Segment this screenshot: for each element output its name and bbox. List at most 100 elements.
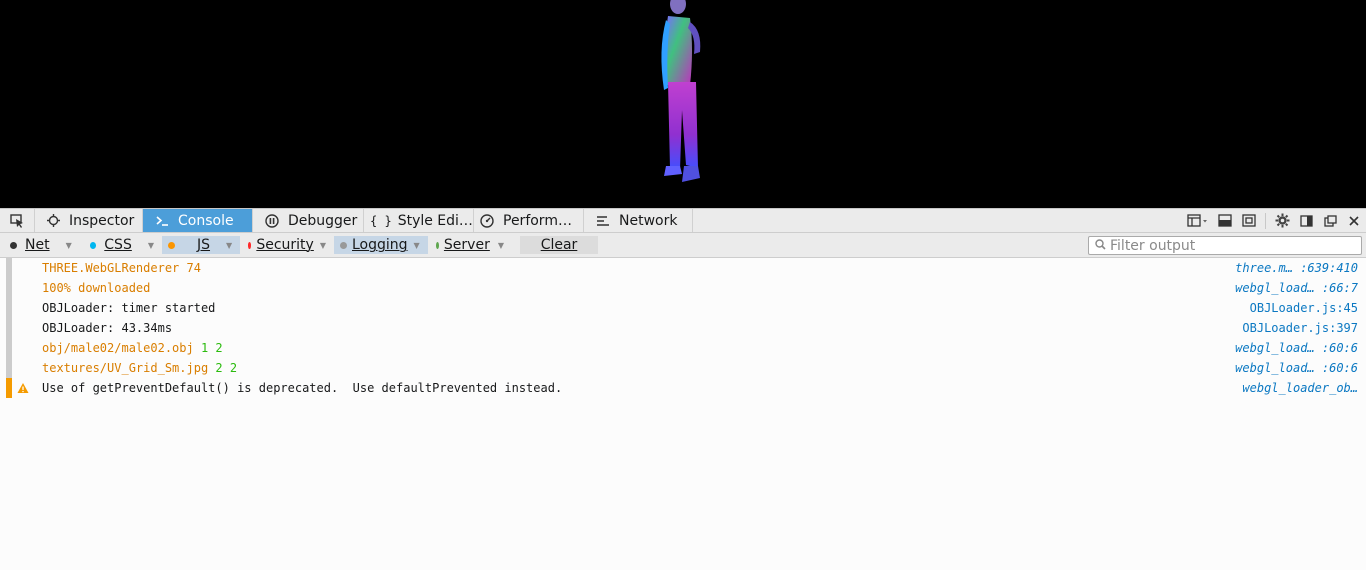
log-message-values: 2 2 [215,361,238,375]
filter-output-placeholder: Filter output [1110,237,1196,254]
tab-style-editor[interactable]: { } Style Edi… [364,209,474,232]
chevron-down-icon: ▼ [413,240,420,250]
log-row: THREE.WebGLRenderer 74 three.m… :639:410 [0,258,1366,278]
log-source-link[interactable]: OBJLoader.js:397 [1242,321,1358,335]
log-row: textures/UV_Grid_Sm.jpg 2 2 webgl_load… … [0,358,1366,378]
log-message: obj/male02/male02.obj 1 2 [42,341,223,355]
filter-logging-button[interactable]: Logging ▼ [334,236,428,254]
log-row: OBJLoader: 43.34ms OBJLoader.js:397 [0,318,1366,338]
log-source-link[interactable]: three.m… :639:410 [1235,261,1358,275]
log-message-text: textures/UV_Grid_Sm.jpg [42,361,209,375]
devtools-toolbar: Inspector Console Debugger { } Style Edi… [0,208,1366,233]
frame-select-icon [1187,213,1207,227]
row-gutter [6,298,12,318]
toolbar-right-controls [1183,209,1366,232]
log-message: OBJLoader: 43.34ms [42,321,173,335]
close-icon [1349,215,1359,226]
filter-css-label: CSS [104,237,132,253]
undock-button[interactable] [1318,209,1342,232]
chevron-down-icon: ▼ [65,240,72,250]
responsive-mode-button[interactable] [1213,209,1237,232]
clear-button[interactable]: Clear [520,236,598,254]
gear-icon [1275,213,1289,228]
filter-security-button[interactable]: Security ▼ [242,236,332,254]
inspector-icon [47,214,60,228]
css-dot-icon [90,241,97,249]
log-row: 100% downloaded webgl_load… :66:7 [0,278,1366,298]
tab-performance[interactable]: Perform… [474,209,584,232]
tab-network[interactable]: Network [584,209,693,232]
log-message: textures/UV_Grid_Sm.jpg 2 2 [42,361,237,375]
style-editor-icon: { } [370,213,392,228]
network-icon [596,214,610,228]
row-gutter-warning [6,378,12,398]
filter-net-button[interactable]: Net ▼ [0,236,82,254]
security-dot-icon [248,241,252,249]
filter-server-label: Server [443,237,490,253]
tab-inspector-label: Inspector [69,212,135,229]
filter-js-label: JS [197,237,211,253]
log-source-link[interactable]: webgl_loader_ob… [1242,381,1358,395]
filter-logging-label: Logging [352,237,408,253]
log-source-link[interactable]: OBJLoader.js:45 [1250,301,1358,315]
log-message-values: 1 2 [200,341,223,355]
filter-output-input[interactable]: Filter output [1088,236,1362,255]
row-gutter [6,278,12,298]
tab-console-label: Console [178,212,234,229]
frame-select-button[interactable] [1183,209,1213,232]
server-dot-icon [436,241,439,249]
row-gutter [6,258,12,278]
undock-icon [1323,214,1337,227]
performance-icon [480,213,494,228]
clear-button-label: Clear [540,237,578,253]
console-output: THREE.WebGLRenderer 74 three.m… :639:410… [0,258,1366,570]
dock-side-button[interactable] [1294,209,1318,232]
dock-side-icon [1299,214,1313,227]
filter-css-button[interactable]: CSS ▼ [84,236,160,254]
tab-console[interactable]: Console [143,209,253,232]
debugger-icon [265,213,279,228]
js-dot-icon [168,241,175,249]
net-dot-icon [10,241,17,249]
row-gutter [6,318,12,338]
log-message: 100% downloaded [42,281,151,295]
male-figure-model [661,0,701,182]
responsive-mode-icon [1218,214,1232,227]
filter-js-button[interactable]: JS ▼ [162,236,240,254]
tab-debugger[interactable]: Debugger [253,209,364,232]
log-row-warning: Use of getPreventDefault() is deprecated… [0,378,1366,398]
filter-security-label: Security [256,237,314,253]
scratchpad-icon [1242,214,1256,227]
tab-performance-label: Perform… [503,212,572,229]
filter-server-button[interactable]: Server ▼ [430,236,510,254]
search-icon [1095,238,1106,253]
row-gutter [6,338,12,358]
element-picker-icon [10,213,23,228]
toolbar-divider [1265,212,1266,229]
log-source-link[interactable]: webgl_load… :60:6 [1235,361,1358,375]
tab-network-label: Network [619,212,678,229]
filter-net-label: Net [25,237,50,253]
console-icon [155,214,169,228]
settings-button[interactable] [1270,209,1294,232]
row-gutter [6,358,12,378]
log-message: THREE.WebGLRenderer 74 [42,261,201,275]
log-row: obj/male02/male02.obj 1 2 webgl_load… :6… [0,338,1366,358]
log-source-link[interactable]: webgl_load… :60:6 [1235,341,1358,355]
chevron-down-icon: ▼ [497,240,504,250]
element-picker-button[interactable] [0,209,35,232]
close-devtools-button[interactable] [1342,209,1366,232]
log-message: OBJLoader: timer started [42,301,216,315]
webgl-canvas[interactable] [0,0,1366,208]
warning-icon [17,383,29,393]
tab-inspector[interactable]: Inspector [35,209,143,232]
console-filter-bar: Net ▼ CSS ▼ JS ▼ Security ▼ Logging ▼ Se… [0,233,1366,258]
logging-dot-icon [340,241,347,249]
scratchpad-button[interactable] [1237,209,1261,232]
log-message-text: obj/male02/male02.obj [42,341,194,355]
chevron-down-icon: ▼ [147,240,154,250]
log-source-link[interactable]: webgl_load… :66:7 [1235,281,1358,295]
log-message: Use of getPreventDefault() is deprecated… [42,381,563,395]
tab-style-editor-label: Style Edi… [397,212,473,229]
log-row: OBJLoader: timer started OBJLoader.js:45 [0,298,1366,318]
